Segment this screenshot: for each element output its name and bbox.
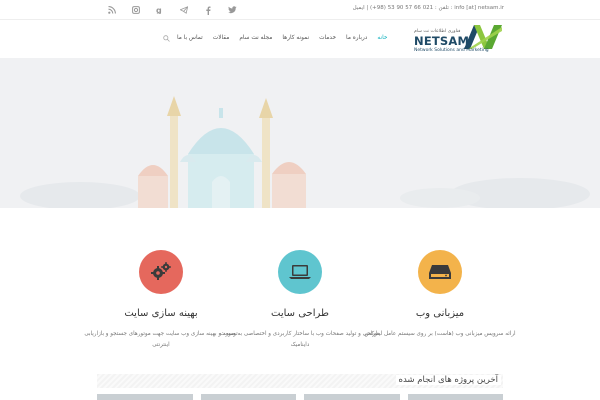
project-thumbnails [97,394,503,400]
social-links: g [100,4,244,16]
feature-web-hosting: میزبانی وب ارائه سرویس میزبانی وب (هاست)… [355,250,525,340]
mosque-illustration [20,96,590,208]
nav-item-services[interactable]: خدمات [314,33,341,43]
hard-drive-icon [418,250,462,294]
main-nav: خانه درباره ما خدمات نمونه کارها مجله نت… [160,33,392,43]
rss-icon[interactable] [100,4,124,16]
feature-title: میزبانی وب [415,308,465,319]
project-thumbnail[interactable] [97,394,193,400]
site-logo[interactable]: فناوری اطلاعات نت سام NETSAM Network Sol… [412,21,504,55]
svg-text:g: g [156,6,162,14]
nav-item-magazine[interactable]: مجله نت سام [234,33,277,43]
features-section: بهینه سازی سایت توسعه و بهینه سازی وب سا… [0,208,600,376]
projects-title: آخرین پروژه های انجام شده [395,375,501,385]
nav-item-articles[interactable]: مقالات [208,33,235,43]
facebook-icon[interactable] [196,4,220,16]
google-plus-icon[interactable]: g [148,4,172,16]
logo-tagline: Network Solutions and Marketing [414,48,489,53]
project-thumbnail[interactable] [407,394,503,400]
contact-info: تلفن : 021 66 57 90 53 (98+) | ایمیل : i… [352,5,504,11]
nav-item-contact[interactable]: تماس با ما [172,33,208,43]
project-thumbnail[interactable] [200,394,296,400]
nav-item-portfolio[interactable]: نمونه کارها [277,33,314,43]
instagram-icon[interactable] [124,4,148,16]
logo-name: NETSAM [414,34,470,48]
telegram-icon[interactable] [172,4,196,16]
projects-header: آخرین پروژه های انجام شده [97,374,503,388]
laptop-icon [278,250,322,294]
hero-banner [0,58,600,208]
feature-description: ارائه سرویس میزبانی وب (هاست) بر روی سیس… [364,331,516,337]
search-icon[interactable] [160,33,172,43]
gears-icon [139,250,183,294]
site-header: فناوری اطلاعات نت سام NETSAM Network Sol… [0,20,600,77]
project-thumbnail[interactable] [304,394,400,400]
twitter-icon[interactable] [220,4,244,16]
top-bar: g تلفن : 021 66 57 90 53 (98+) | ایمیل :… [0,0,600,20]
nav-item-about[interactable]: درباره ما [341,33,372,43]
nav-item-home[interactable]: خانه [372,33,392,43]
